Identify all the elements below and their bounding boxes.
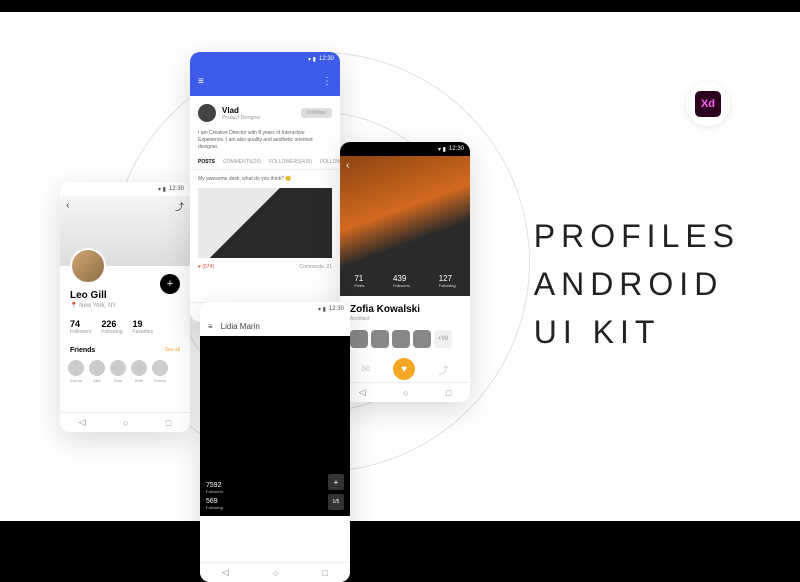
mockup-vlad: ▾ ▮12:30 ≡⋮ VladProduct Designer Unfollo… xyxy=(190,52,340,322)
nav-home-icon[interactable]: ○ xyxy=(123,418,128,428)
add-button[interactable]: + xyxy=(328,474,344,490)
menu-icon[interactable]: ≡ xyxy=(208,322,213,331)
stats-row: 74Followers 226Following 19Favorites xyxy=(70,319,180,335)
avatar[interactable] xyxy=(198,104,216,122)
comment-count[interactable]: Comments: 21 xyxy=(299,264,332,270)
stats-overlay: 7592Followers 569Following xyxy=(206,482,223,510)
profile-role: Architect xyxy=(350,316,460,322)
title-line: UI KIT xyxy=(534,308,740,356)
like-button[interactable]: ♥ xyxy=(393,358,415,380)
product-title: PROFILES ANDROID UI KIT xyxy=(534,212,740,356)
xd-icon: Xd xyxy=(695,91,721,117)
mockup-lidia: ▾ ▮12:30 ≡ Lidia Marin 7592Followers 569… xyxy=(200,302,350,582)
back-icon[interactable]: ‹ xyxy=(66,200,69,211)
tab-posts[interactable]: POSTS xyxy=(198,159,215,165)
nav-recent-icon[interactable]: □ xyxy=(166,418,171,428)
gallery-thumb[interactable] xyxy=(392,330,410,348)
message-icon[interactable]: ✉ xyxy=(362,364,370,375)
post-meta: ♥ (574) Comments: 21 xyxy=(190,258,340,276)
statusbar: ▾ ▮12:30 xyxy=(200,302,350,316)
friend-avatar[interactable] xyxy=(110,360,126,376)
profile-hero: ‹ ⤴ xyxy=(60,196,190,266)
app-header: ≡ Lidia Marin xyxy=(200,316,350,336)
android-navbar: ◁ ○ □ xyxy=(340,382,470,402)
see-all-link[interactable]: See all xyxy=(165,347,180,354)
android-navbar: ◁ ○ □ xyxy=(200,562,350,582)
stage: PROFILES ANDROID UI KIT Xd ▾ ▮12:30 ‹ ⤴ … xyxy=(0,12,800,521)
friend-avatar[interactable] xyxy=(89,360,105,376)
stat-value: 74 xyxy=(70,319,91,329)
gallery-row: +99 xyxy=(350,330,460,348)
profile-role: Product Designer xyxy=(222,115,261,121)
like-count[interactable]: ♥ (574) xyxy=(198,264,214,270)
nav-recent-icon[interactable]: □ xyxy=(323,568,328,578)
gallery-thumb[interactable] xyxy=(371,330,389,348)
nav-back-icon[interactable]: ◁ xyxy=(222,567,229,578)
photo-controls: + 1/5 xyxy=(328,474,344,510)
statusbar: ▾ ▮12:30 xyxy=(60,182,190,196)
more-icon[interactable]: ⋮ xyxy=(322,76,332,87)
profile-hero: ‹ 71Posts 439Followers 127Following xyxy=(340,156,470,296)
friend-avatar[interactable] xyxy=(152,360,168,376)
app-header: ≡⋮ xyxy=(190,66,340,96)
friend-avatar[interactable] xyxy=(68,360,84,376)
nav-back-icon[interactable]: ◁ xyxy=(79,417,86,428)
tab-comments[interactable]: COMMENTS(26) xyxy=(223,159,261,165)
stat-value: 19 xyxy=(133,319,154,329)
friends-row: Emma Alex Sam Beth Emma xyxy=(68,360,182,383)
profile-location: 📍 New York, NY xyxy=(70,302,190,309)
gallery-thumb[interactable] xyxy=(350,330,368,348)
follow-button[interactable]: Unfollow xyxy=(301,108,332,118)
statusbar: ▾ ▮12:30 xyxy=(340,142,470,156)
action-row: ✉ ♥ ⤴ xyxy=(350,358,460,380)
tab-following[interactable]: FOLLOW xyxy=(320,159,340,165)
hero-stats: 71Posts 439Followers 127Following xyxy=(340,274,470,288)
mockup-leo: ▾ ▮12:30 ‹ ⤴ + Leo Gill 📍 New York, NY 7… xyxy=(60,182,190,432)
stat-label: Followers xyxy=(70,329,91,335)
gallery-thumb[interactable] xyxy=(413,330,431,348)
tab-followers[interactable]: FOLLOWERS(435) xyxy=(269,159,312,165)
stat-label: Following xyxy=(101,329,122,335)
page-indicator: 1/5 xyxy=(328,494,344,510)
profile-name: Vlad xyxy=(222,106,261,115)
photo-viewer[interactable]: 7592Followers 569Following + 1/5 xyxy=(200,336,350,516)
nav-back-icon[interactable]: ◁ xyxy=(359,387,366,398)
friends-header: Friends See all xyxy=(70,347,180,354)
add-button[interactable]: + xyxy=(160,274,180,294)
gallery-more[interactable]: +99 xyxy=(434,330,452,348)
post-text: My awesome desk, what do you think? 😊 xyxy=(190,170,340,188)
profile-bio: I am Creative Director with 8 years of I… xyxy=(190,130,340,151)
share-icon[interactable]: ⤴ xyxy=(175,200,184,213)
nav-home-icon[interactable]: ○ xyxy=(273,568,278,578)
friend-avatar[interactable] xyxy=(131,360,147,376)
profile-name: Lidia Marin xyxy=(221,322,260,331)
stat-label: Favorites xyxy=(133,329,154,335)
post-image[interactable] xyxy=(198,188,332,258)
nav-home-icon[interactable]: ○ xyxy=(403,388,408,398)
back-icon[interactable]: ‹ xyxy=(346,160,349,171)
android-navbar: ◁ ○ □ xyxy=(60,412,190,432)
tab-row: POSTS COMMENTS(26) FOLLOWERS(435) FOLLOW xyxy=(190,151,340,170)
profile-name: Zofia Kowalski xyxy=(350,304,460,315)
title-line: ANDROID xyxy=(534,260,740,308)
mockup-zofia: ▾ ▮12:30 ‹ 71Posts 439Followers 127Follo… xyxy=(340,142,470,402)
statusbar: ▾ ▮12:30 xyxy=(190,52,340,66)
share-icon[interactable]: ⤴ xyxy=(438,362,448,377)
title-line: PROFILES xyxy=(534,212,740,260)
xd-badge: Xd xyxy=(686,82,730,126)
stat-value: 226 xyxy=(101,319,122,329)
user-row: VladProduct Designer Unfollow xyxy=(190,96,340,130)
nav-recent-icon[interactable]: □ xyxy=(446,388,451,398)
friends-label: Friends xyxy=(70,347,95,354)
menu-icon[interactable]: ≡ xyxy=(198,76,204,87)
avatar[interactable] xyxy=(70,248,106,284)
